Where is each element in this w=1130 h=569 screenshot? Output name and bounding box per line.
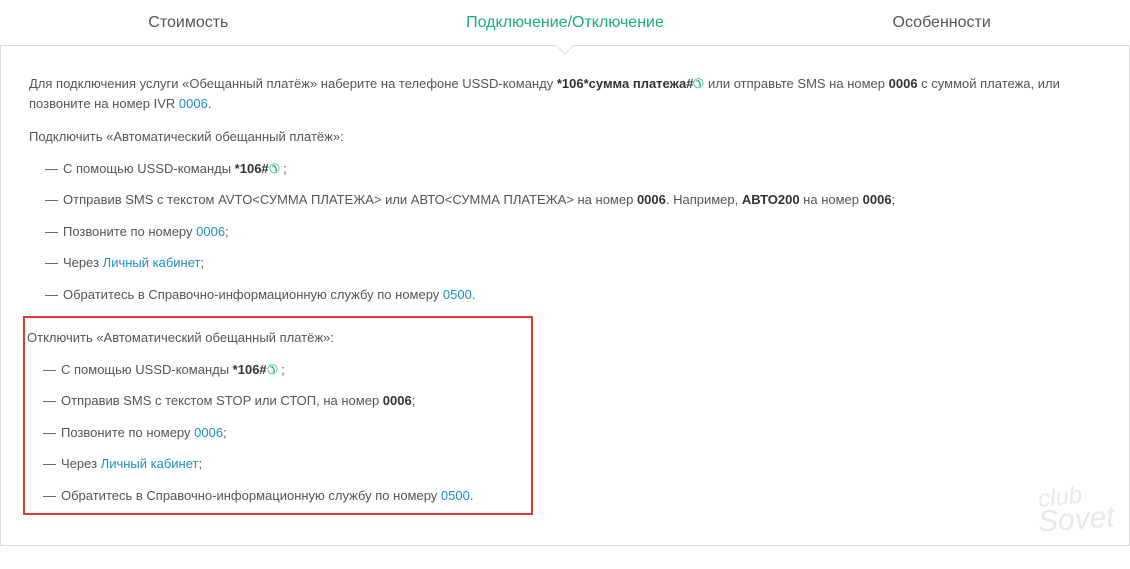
number: 0006 [637,192,666,207]
dash-icon: — [43,425,61,440]
list-item: — Через Личный кабинет; [29,253,1101,273]
text: ; [412,393,416,408]
list-content: Отправив SMS с текстом STOP или СТОП, на… [61,391,415,411]
text: ; [225,224,229,239]
ussd-code: *106# [235,161,269,176]
cabinet-link[interactable]: Личный кабинет [103,255,201,270]
number-link[interactable]: 0500 [443,287,472,302]
number: 0006 [863,192,892,207]
dash-icon: — [43,393,61,408]
phone-icon: ✆ [693,74,704,94]
text: Через [63,255,103,270]
intro-text-a: Для подключения услуги «Обещанный платёж… [29,76,557,91]
list-content: Обратитесь в Справочно-информационную сл… [61,486,473,506]
text: Отправив SMS с текстом AVTO<СУММА ПЛАТЕЖ… [63,192,637,207]
text: Позвоните по номеру [61,425,194,440]
text: . Например, [666,192,742,207]
list-content: С помощью USSD-команды *106#✆ ; [61,360,285,380]
watermark: club Sovet [1038,486,1115,535]
intro-text-b: или отправьте SMS на номер [704,76,888,91]
text: ; [223,425,227,440]
ivr-link[interactable]: 0006 [179,96,208,111]
list-item: — С помощью USSD-команды *106#✆ ; [29,159,1101,179]
dash-icon: — [45,192,63,207]
list-item: — Отправив SMS с текстом AVTO<СУММА ПЛАТ… [29,190,1101,210]
dash-icon: — [45,161,63,176]
dash-icon: — [45,255,63,270]
list-item: — Отправив SMS с текстом STOP или СТОП, … [27,391,529,411]
connect-heading: Подключить «Автоматический обещанный пла… [29,127,1101,147]
disconnect-heading: Отключить «Автоматический обещанный плат… [27,328,529,348]
number-link[interactable]: 0500 [441,488,470,503]
text: ; [198,456,202,471]
text: Обратитесь в Справочно-информационную сл… [61,488,441,503]
list-item: — С помощью USSD-команды *106#✆ ; [27,360,529,380]
list-item: — Через Личный кабинет; [27,454,529,474]
tabs-bar: Стоимость Подключение/Отключение Особенн… [0,0,1130,46]
phone-icon: ✆ [269,159,280,179]
dash-icon: — [45,224,63,239]
dash-icon: — [43,362,61,377]
list-content: Позвоните по номеру 0006; [63,222,229,242]
number: 0006 [383,393,412,408]
text: Через [61,456,101,471]
dash-icon: — [43,488,61,503]
ussd-code: *106# [233,362,267,377]
highlighted-disconnect-section: Отключить «Автоматический обещанный плат… [23,316,533,515]
text: Обратитесь в Справочно-информационную сл… [63,287,443,302]
list-content: Позвоните по номеру 0006; [61,423,227,443]
list-content: Отправив SMS с текстом AVTO<СУММА ПЛАТЕЖ… [63,190,895,210]
intro-text-d: . [208,96,212,111]
ussd-full-code: *106*сумма платежа# [557,76,694,91]
phone-icon: ✆ [267,360,278,380]
text: ; [200,255,204,270]
text: Позвоните по номеру [63,224,196,239]
tab-connect[interactable]: Подключение/Отключение [377,0,754,45]
text: С помощью USSD-команды [61,362,233,377]
text: ; [278,362,285,377]
cabinet-link[interactable]: Личный кабинет [101,456,199,471]
text: Отправив SMS с текстом STOP или СТОП, на… [61,393,383,408]
list-item: — Позвоните по номеру 0006; [27,423,529,443]
text: . [470,488,474,503]
watermark-line1: club [1037,482,1115,509]
sms-number: 0006 [889,76,918,91]
tab-cost[interactable]: Стоимость [0,0,377,45]
text: ; [892,192,896,207]
intro-paragraph: Для подключения услуги «Обещанный платёж… [29,74,1101,113]
list-content: Обратитесь в Справочно-информационную сл… [63,285,475,305]
watermark-line2: Sovet [1037,502,1116,537]
text: на номер [800,192,863,207]
list-item: — Позвоните по номеру 0006; [29,222,1101,242]
dash-icon: — [45,287,63,302]
list-item: — Обратитесь в Справочно-информационную … [27,486,529,506]
content-panel: Для подключения услуги «Обещанный платёж… [0,46,1130,546]
list-item: — Обратитесь в Справочно-информационную … [29,285,1101,305]
number-link[interactable]: 0006 [196,224,225,239]
text: ; [280,161,287,176]
dash-icon: — [43,456,61,471]
list-content: Через Личный кабинет; [61,454,202,474]
list-content: С помощью USSD-команды *106#✆ ; [63,159,287,179]
text: С помощью USSD-команды [63,161,235,176]
example-code: АВТО200 [742,192,800,207]
text: . [472,287,476,302]
tab-features[interactable]: Особенности [753,0,1130,45]
number-link[interactable]: 0006 [194,425,223,440]
list-content: Через Личный кабинет; [63,253,204,273]
